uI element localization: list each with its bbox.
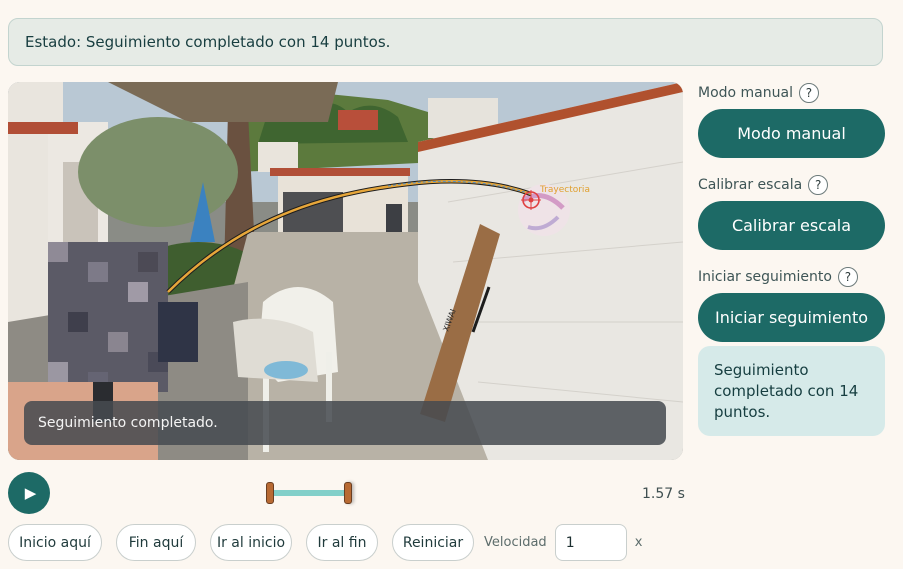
go-to-end-button[interactable]: Ir al fin: [306, 524, 378, 561]
manual-mode-label-text: Modo manual: [698, 85, 793, 101]
manual-mode-label: Modo manual ?: [698, 82, 885, 104]
speed-unit: x: [634, 535, 643, 550]
toast-text: Seguimiento completado.: [38, 415, 218, 431]
play-button[interactable]: ▶: [8, 472, 50, 514]
go-to-start-button[interactable]: Ir al inicio: [210, 524, 292, 561]
trim-end-handle[interactable]: [344, 482, 352, 504]
calibrate-scale-label: Calibrar escala ?: [698, 174, 885, 196]
status-text: Estado: Seguimiento completado con 14 pu…: [25, 33, 391, 51]
set-start-button[interactable]: Inicio aquí: [8, 524, 102, 561]
tracking-info-text: Seguimiento completado con 14 puntos.: [714, 361, 859, 421]
tracking-info-card: Seguimiento completado con 14 puntos.: [698, 346, 885, 436]
video-toast: Seguimiento completado.: [24, 401, 666, 445]
trim-range-track[interactable]: [270, 490, 348, 496]
sidebar: Modo manual ? Modo manual Calibrar escal…: [698, 82, 885, 358]
calibrate-scale-button[interactable]: Calibrar escala: [698, 201, 885, 250]
play-icon: ▶: [24, 484, 37, 502]
manual-mode-help-icon[interactable]: ?: [798, 83, 819, 103]
calibrate-scale-help-icon[interactable]: ?: [808, 175, 829, 195]
manual-mode-button[interactable]: Modo manual: [698, 109, 885, 158]
calibrate-scale-label-text: Calibrar escala: [698, 177, 803, 193]
speed-input[interactable]: [554, 524, 627, 561]
start-tracking-label-text: Iniciar seguimiento: [698, 269, 832, 285]
video-frame[interactable]: XIWAI Trayectoria Seguimiento completado…: [8, 82, 683, 460]
controls-row: Inicio aquí Fin aquí Ir al inicio Ir al …: [8, 524, 642, 561]
status-bar: Estado: Seguimiento completado con 14 pu…: [8, 18, 883, 66]
time-readout: 1.57 s: [642, 486, 685, 502]
start-tracking-help-icon[interactable]: ?: [837, 267, 858, 287]
speed-label: Velocidad: [484, 535, 547, 550]
trajectory-label: Trayectoria: [539, 185, 590, 195]
set-end-button[interactable]: Fin aquí: [116, 524, 196, 561]
start-tracking-label: Iniciar seguimiento ?: [698, 266, 885, 288]
start-tracking-button[interactable]: Iniciar seguimiento: [698, 293, 885, 342]
reset-button[interactable]: Reiniciar: [392, 524, 474, 561]
trim-start-handle[interactable]: [266, 482, 274, 504]
